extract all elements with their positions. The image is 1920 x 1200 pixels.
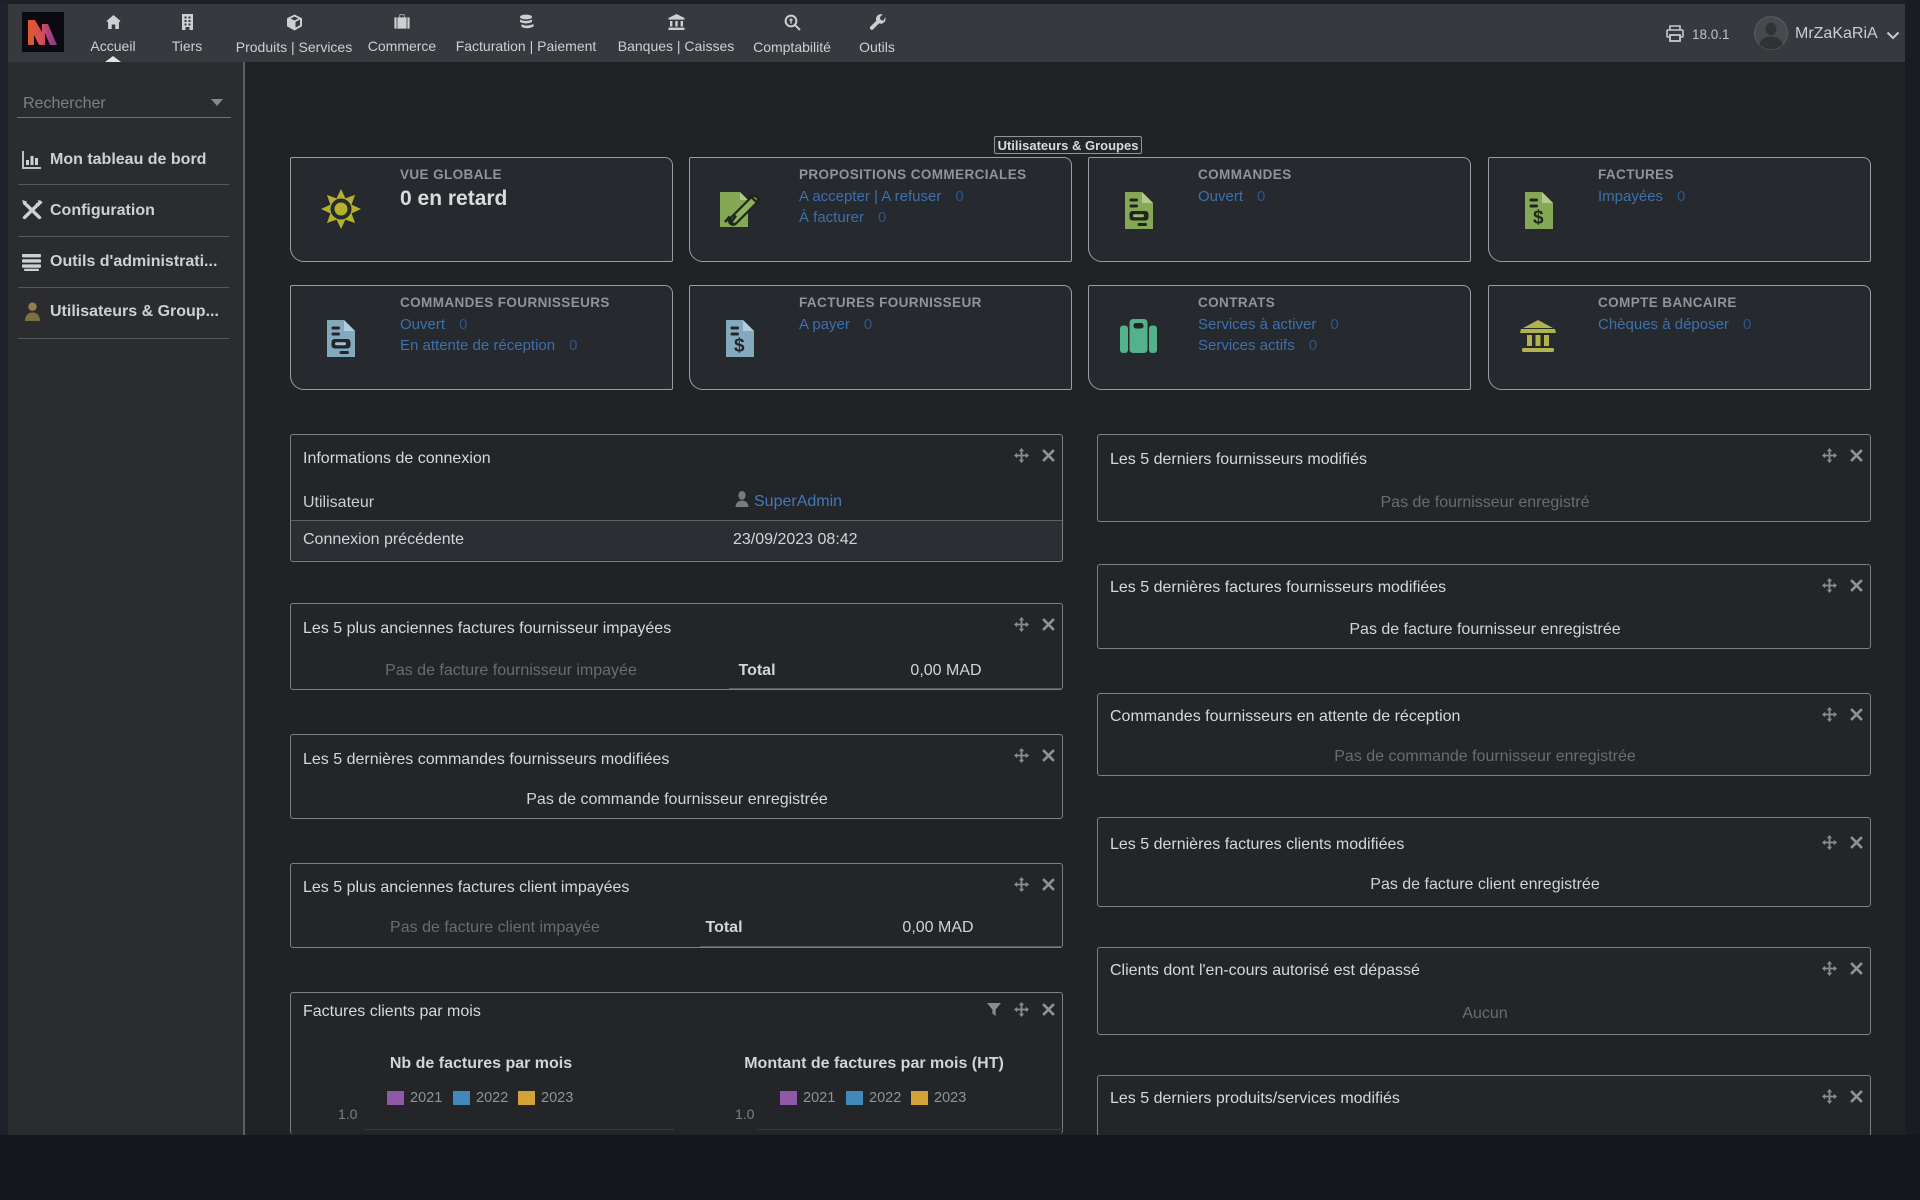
- svg-text:$: $: [1533, 208, 1544, 229]
- svg-text:$: $: [734, 336, 745, 357]
